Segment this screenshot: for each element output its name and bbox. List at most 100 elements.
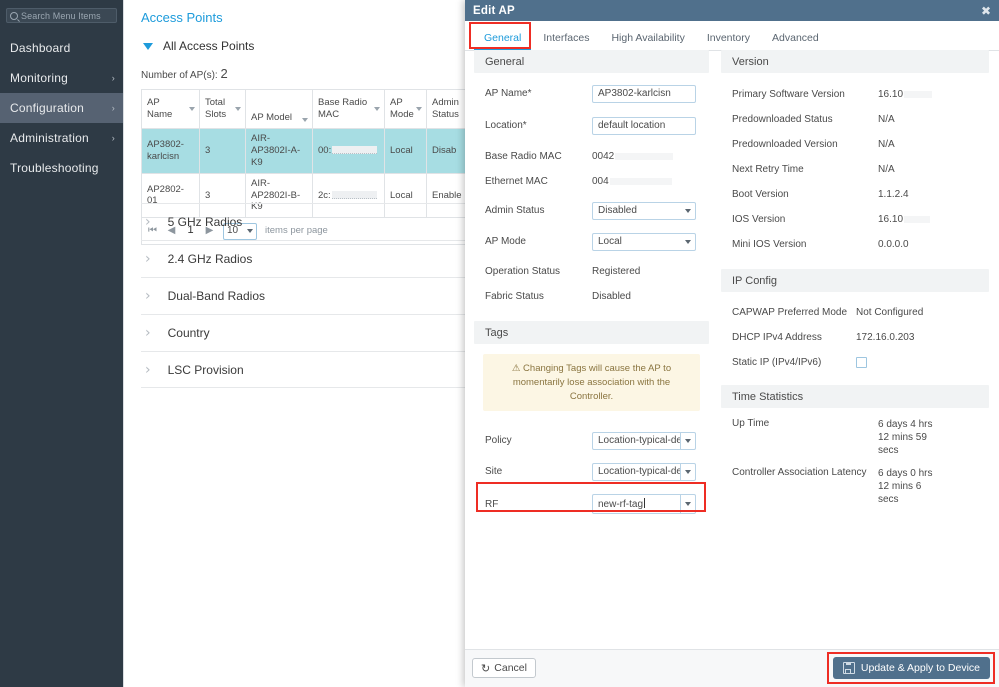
field-label: Static IP (IPv4/IPv6) xyxy=(732,357,822,368)
redacted-version xyxy=(904,90,933,98)
mac-prefix: 00: xyxy=(318,144,332,156)
ap-count: Number of AP(s): 2 xyxy=(141,66,481,81)
tags-warning-banner: ⚠ Changing Tags will cause the AP to mom… xyxy=(483,354,700,412)
accordion-label: 5 GHz Radios xyxy=(167,215,243,229)
modal-header: Edit AP ✖ xyxy=(465,0,999,21)
table-row[interactable]: AP3802-karlcisn 3 AIR-AP3802I-A-K9 00: L… xyxy=(141,128,484,174)
sidebar-item-configuration[interactable]: Configuration › xyxy=(0,93,123,123)
undo-icon: ↻ xyxy=(481,661,491,675)
field-label: AP Name* xyxy=(485,88,532,99)
group-header-time-statistics: Time Statistics xyxy=(721,385,989,408)
tab-label: General xyxy=(484,32,522,44)
chevron-right-icon: › xyxy=(111,102,115,113)
sidebar-item-administration[interactable]: Administration › xyxy=(0,123,123,153)
static-ip-checkbox[interactable] xyxy=(856,357,867,368)
chevron-down-icon xyxy=(680,495,695,514)
section-title: All Access Points xyxy=(163,39,255,53)
accordion-lsc-provision[interactable]: › LSC Provision xyxy=(141,351,486,388)
save-icon xyxy=(842,662,855,674)
field-location: Location* default location xyxy=(474,113,709,138)
policy-tag-select[interactable]: Location-typical-den xyxy=(592,431,696,450)
field-fabric-status: Fabric Status Disabled xyxy=(474,284,709,309)
field-controller-association-latency: Controller Association Latency 6 days 0 … xyxy=(721,467,989,506)
group-header-version: Version xyxy=(721,50,989,73)
field-operation-status: Operation Status Registered xyxy=(474,259,709,284)
redacted-version xyxy=(904,215,931,223)
search-input[interactable]: Search Menu Items xyxy=(6,8,117,23)
update-button-label: Update & Apply to Device xyxy=(860,662,980,674)
modal-footer: ↻ Cancel Update & Apply to Device xyxy=(465,649,999,687)
field-label: Site xyxy=(485,466,503,478)
chevron-down-icon[interactable] xyxy=(374,107,380,111)
ios-version-value: 16.10 xyxy=(878,214,931,225)
field-ap-mode: AP Mode Local xyxy=(474,229,709,254)
column-header-ap-name[interactable]: AP Name xyxy=(141,89,200,129)
ethernet-mac-value: 004 xyxy=(592,176,672,187)
column-header-total-slots[interactable]: Total Slots xyxy=(199,89,246,129)
sidebar-item-dashboard[interactable]: Dashboard xyxy=(0,33,123,63)
update-and-apply-button[interactable]: Update & Apply to Device xyxy=(832,657,990,679)
tab-advanced[interactable]: Advanced xyxy=(761,32,830,50)
tab-general[interactable]: General xyxy=(473,32,532,50)
ap-name-input[interactable]: AP3802-karlcisn xyxy=(592,84,696,103)
column-label: Total Slots xyxy=(205,97,227,120)
version-prefix: 16.10 xyxy=(878,214,904,225)
chevron-right-icon: › xyxy=(145,288,151,304)
group-header-tags: Tags xyxy=(474,321,709,344)
rf-tag-select[interactable]: new-rf-tag xyxy=(592,494,696,515)
field-capwap-preferred-mode: CAPWAP Preferred Mode Not Configured xyxy=(721,300,989,325)
site-tag-value: Location-typical-den xyxy=(598,466,680,478)
sidebar: Search Menu Items Dashboard Monitoring ›… xyxy=(0,0,123,687)
group-title: Version xyxy=(732,55,769,68)
chevron-right-icon: › xyxy=(145,325,151,341)
tab-label: Inventory xyxy=(706,32,751,44)
column-header-ap-model[interactable]: AP Model xyxy=(245,89,313,129)
tab-inventory[interactable]: Inventory xyxy=(696,32,761,50)
chevron-down-icon[interactable] xyxy=(416,107,422,111)
ap-mode-select[interactable]: Local xyxy=(592,232,696,251)
ap-mode-value: Local xyxy=(598,236,622,247)
chevron-down-icon[interactable] xyxy=(302,118,308,122)
chevron-right-icon: › xyxy=(145,361,151,378)
mac-prefix: 004 xyxy=(592,176,609,187)
chevron-down-icon[interactable] xyxy=(189,107,195,111)
field-label: Up Time xyxy=(732,418,770,429)
cell-ap-name: AP3802-karlcisn xyxy=(141,128,200,174)
field-predownloaded-version: Predownloaded Version N/A xyxy=(721,132,989,157)
predownloaded-version-value: N/A xyxy=(878,139,895,150)
admin-status-select[interactable]: Disabled xyxy=(592,201,696,220)
table-header-row: AP Name Total Slots AP Model Base Radio … xyxy=(141,89,484,129)
location-input[interactable]: default location xyxy=(592,116,696,135)
field-rf-tag: RF new-rf-tag xyxy=(474,493,709,515)
field-ios-version: IOS Version 16.10 xyxy=(721,207,989,232)
dhcp-ipv4-address-value: 172.16.0.203 xyxy=(856,332,915,343)
field-primary-software-version: Primary Software Version 16.10 xyxy=(721,82,989,107)
accordion-5ghz-radios[interactable]: › 5 GHz Radios xyxy=(141,203,486,240)
accordion-label: 2.4 GHz Radios xyxy=(167,252,253,266)
column-header-base-radio-mac[interactable]: Base Radio MAC xyxy=(312,89,385,129)
cancel-button[interactable]: ↻ Cancel xyxy=(472,658,536,678)
all-access-points-header[interactable]: All Access Points xyxy=(141,37,481,55)
close-icon[interactable]: ✖ xyxy=(981,5,991,17)
column-header-ap-mode[interactable]: AP Mode xyxy=(384,89,427,129)
fabric-status-value: Disabled xyxy=(592,291,631,302)
tab-interfaces[interactable]: Interfaces xyxy=(532,32,600,50)
field-base-radio-mac: Base Radio MAC 0042 xyxy=(474,144,709,169)
sidebar-item-monitoring[interactable]: Monitoring › xyxy=(0,63,123,93)
accordion-24ghz-radios[interactable]: › 2.4 GHz Radios xyxy=(141,240,486,277)
next-retry-time-value: N/A xyxy=(878,164,895,175)
field-site-tag: Site Location-typical-den xyxy=(474,459,709,484)
chevron-down-icon[interactable] xyxy=(235,107,241,111)
page-title: Access Points xyxy=(141,10,223,25)
site-tag-select[interactable]: Location-typical-den xyxy=(592,462,696,481)
accordion-country[interactable]: › Country xyxy=(141,314,486,351)
accordion-dual-band-radios[interactable]: › Dual-Band Radios xyxy=(141,277,486,314)
tab-high-availability[interactable]: High Availability xyxy=(600,32,695,50)
field-label: CAPWAP Preferred Mode xyxy=(732,307,848,318)
field-label: Primary Software Version xyxy=(732,89,845,100)
group-title: Time Statistics xyxy=(732,390,804,403)
sidebar-item-troubleshooting[interactable]: Troubleshooting xyxy=(0,153,123,183)
chevron-right-icon: › xyxy=(111,132,115,143)
primary-software-version-value: 16.10 xyxy=(878,89,933,100)
mac-prefix: 2c: xyxy=(318,189,331,201)
